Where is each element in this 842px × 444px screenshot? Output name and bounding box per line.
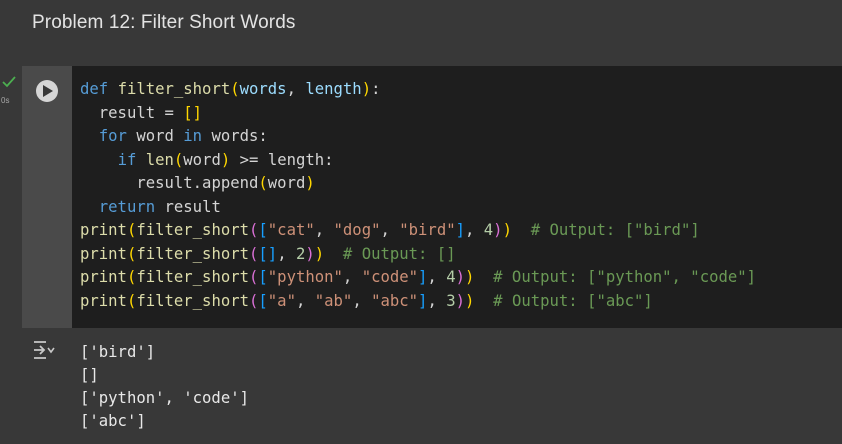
- run-cell-button[interactable]: [36, 80, 58, 102]
- cell-output: ['bird'] [] ['python', 'code'] ['abc']: [80, 341, 249, 433]
- output-toggle-icon[interactable]: [32, 340, 56, 360]
- code-content: def filter_short(words, length): result …: [80, 78, 756, 313]
- play-icon: [43, 85, 53, 97]
- output-line: []: [80, 366, 99, 384]
- cell-gutter: 0s: [0, 66, 22, 328]
- output-line: ['python', 'code']: [80, 389, 249, 407]
- code-call-line: print(filter_short(["a", "ab", "abc"], 3…: [80, 291, 653, 310]
- code-line: result = []: [98, 103, 203, 122]
- code-line: def filter_short(words, length):: [80, 80, 381, 98]
- code-line: return result: [98, 197, 221, 216]
- code-line: if len(word) >= length:: [117, 150, 334, 169]
- execution-time: 0s: [1, 96, 10, 105]
- cell-run-column: [22, 66, 72, 328]
- code-call-line: print(filter_short(["python", "code"], 4…: [80, 268, 757, 286]
- check-icon: [2, 76, 16, 88]
- output-line: ['abc']: [80, 412, 146, 430]
- code-line: result.append(word): [136, 174, 315, 192]
- section-heading: Problem 12: Filter Short Words: [32, 12, 296, 33]
- code-call-line: print(filter_short([], 2)) # Output: []: [80, 244, 456, 263]
- code-call-line: print(filter_short(["cat", "dog", "bird"…: [80, 221, 700, 239]
- code-line: for word in words:: [98, 127, 268, 145]
- output-line: ['bird']: [80, 343, 156, 361]
- code-editor[interactable]: def filter_short(words, length): result …: [72, 66, 842, 328]
